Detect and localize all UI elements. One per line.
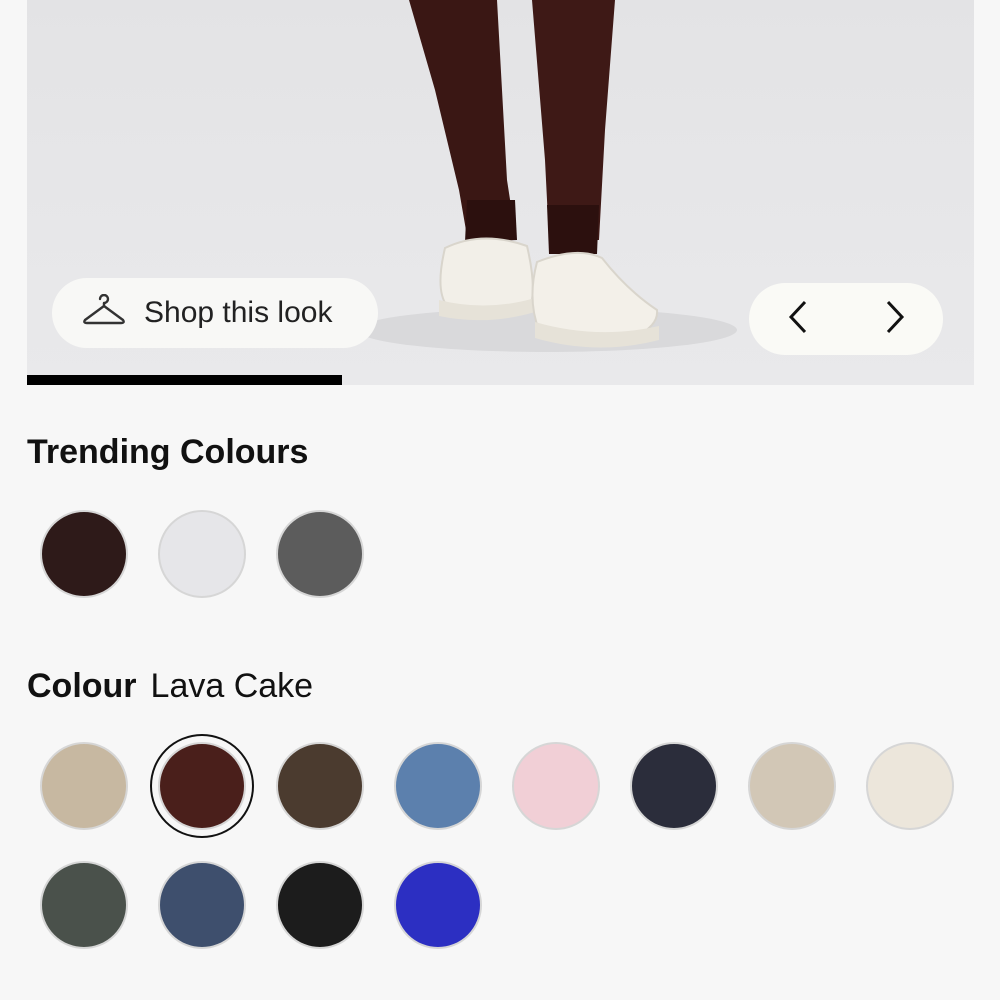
trending-colour-swatch[interactable] <box>276 510 364 598</box>
hanger-icon <box>82 293 126 333</box>
colour-option-swatch[interactable] <box>394 742 482 830</box>
trending-colours-title: Trending Colours <box>27 433 309 471</box>
colour-option-swatch[interactable] <box>158 861 246 949</box>
gallery-nav <box>749 283 943 355</box>
colour-option-swatch[interactable] <box>40 742 128 830</box>
trending-colour-swatch[interactable] <box>158 510 246 598</box>
chevron-right-icon <box>883 299 907 340</box>
colour-option-swatch[interactable] <box>394 861 482 949</box>
chevron-left-icon <box>786 299 810 340</box>
colour-option-swatch[interactable] <box>276 742 364 830</box>
next-image-button[interactable] <box>865 289 925 349</box>
colour-label: Colour <box>27 667 137 705</box>
trending-colour-swatch[interactable] <box>40 510 128 598</box>
colour-heading: Colour Lava Cake <box>27 667 313 706</box>
colour-option-swatch[interactable] <box>748 742 836 830</box>
selected-colour-name: Lava Cake <box>150 667 314 705</box>
colour-option-swatch[interactable] <box>40 861 128 949</box>
gallery-progress-fill <box>27 375 343 385</box>
previous-image-button[interactable] <box>768 289 828 349</box>
colour-option-swatch[interactable] <box>512 742 600 830</box>
colour-option-swatch[interactable] <box>158 742 246 830</box>
shop-this-look-label: Shop this look <box>144 296 333 329</box>
shop-this-look-button[interactable]: Shop this look <box>52 278 378 348</box>
colour-option-swatch[interactable] <box>276 861 364 949</box>
colour-option-swatch[interactable] <box>630 742 718 830</box>
gallery-progress <box>27 375 974 385</box>
colour-option-swatch[interactable] <box>866 742 954 830</box>
